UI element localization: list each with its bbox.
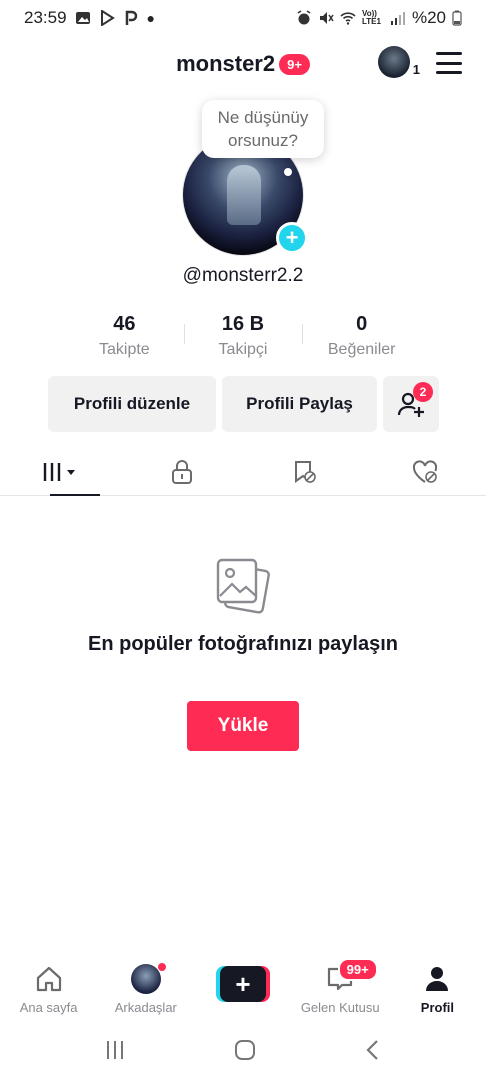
upload-button[interactable]: Yükle [187,701,299,751]
stat-followers[interactable]: 16 B Takipçi [183,312,303,359]
stat-likes-value: 0 [356,313,368,335]
recent-apps-icon[interactable] [103,1039,127,1061]
back-icon[interactable] [363,1038,383,1062]
home-button-icon[interactable] [233,1038,257,1062]
stat-followers-label: Takipçi [218,341,268,358]
header-username[interactable]: monster2 [176,51,275,77]
add-photo-icon[interactable]: + [276,222,308,254]
header-avatar-count: 1 [412,62,420,77]
stat-following[interactable]: 46 Takipte [65,312,184,359]
tab-videos[interactable] [0,448,122,496]
stat-following-label: Takipte [98,341,150,358]
heart-hidden-icon [413,459,438,483]
bookmark-hidden-icon [294,460,316,483]
tab-private[interactable] [122,448,244,495]
create-icon: + [220,966,266,1002]
nav-create[interactable]: + [194,956,291,1002]
share-profile-button[interactable]: Profili Paylaş [222,376,377,432]
thought-bubble[interactable]: Ne düşünüy orsunuz? [202,100,324,158]
add-friends-button[interactable]: 2 [383,376,439,432]
edit-profile-button[interactable]: Profili düzenle [48,376,216,432]
nav-friends[interactable]: Arkadaşlar [97,956,194,1015]
profile-icon [426,967,449,991]
nav-home-label: Ana sayfa [19,1000,78,1015]
nav-inbox-label: Gelen Kutusu [300,1000,380,1015]
thought-bubble-tail [284,168,292,176]
profile-tabs [0,448,486,496]
tab-reposts[interactable] [243,448,365,495]
lock-icon [172,459,193,484]
create-button[interactable]: + [216,966,270,1002]
mute-icon [319,12,334,24]
wifi-icon [340,12,356,25]
nav-home[interactable]: Ana sayfa [0,956,97,1015]
tab-liked[interactable] [365,448,486,495]
gallery-icon [75,12,90,24]
stat-followers-value: 16 B [221,313,265,335]
account-switch-badge[interactable]: 9+ [279,53,310,75]
more-notifications-dot: ● [146,10,156,26]
system-navigation [0,1030,486,1070]
profile-stats: 46 Takipte 16 B Takipçi 0 Beğeniler [65,312,421,359]
photos-icon [216,558,270,614]
avatar-figure [227,165,261,225]
nav-profile-label: Profil [420,1000,455,1015]
profile-actions: Profili düzenle Profili Paylaş 2 [48,376,439,432]
stat-likes[interactable]: 0 Beğeniler [302,312,421,359]
empty-state-title: En popüler fotoğrafınızı paylaşın [87,633,399,655]
signal-icon [390,12,405,25]
battery-icon [452,10,462,26]
status-bar: 23:59 ● Vo)) LTE1 %20 [0,0,486,36]
play-store-icon [100,10,115,26]
bottom-navigation: Ana sayfa Arkadaşlar + 99+ Gelen Kutusu … [0,956,486,1022]
menu-icon[interactable] [436,52,462,74]
nav-inbox[interactable]: 99+ Gelen Kutusu [292,956,389,1015]
friends-notification-dot [157,962,168,972]
header-avatar[interactable] [378,46,410,78]
profile-header: monster2 9+ 1 [0,44,486,84]
alarm-icon [297,10,311,25]
home-icon [36,966,61,992]
stat-following-value: 46 [113,313,136,335]
stat-likes-label: Beğeniler [327,341,396,358]
nav-friends-label: Arkadaşlar [114,1000,177,1015]
p-app-icon [125,10,137,25]
grid-dropdown-icon [42,462,75,481]
profile-handle: @monsterr2.2 [182,265,304,286]
inbox-badge: 99+ [337,958,378,981]
battery-level: %20 [411,8,446,27]
network-type: Vo)) LTE1 [361,9,381,26]
status-time: 23:59 [24,8,67,27]
add-friends-badge: 2 [413,382,433,402]
nav-profile[interactable]: Profil [389,956,486,1015]
